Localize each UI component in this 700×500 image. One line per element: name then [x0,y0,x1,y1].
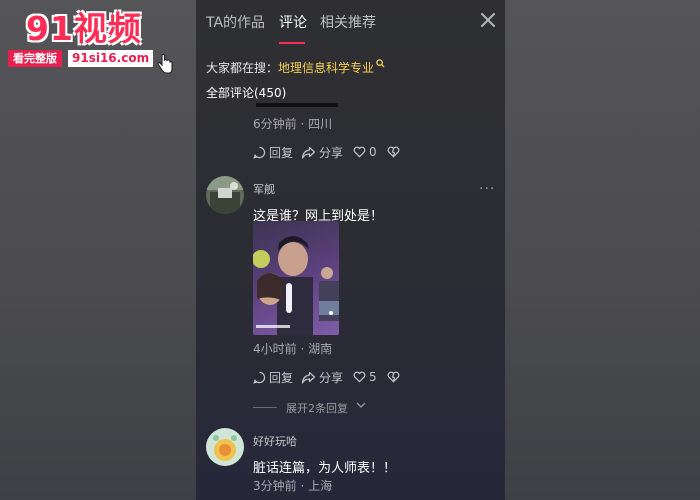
avatar[interactable] [206,176,244,214]
reply-label: 回复 [269,370,294,385]
search-icon [376,59,385,68]
cropped-comment-image [256,103,338,107]
watermark-logo[interactable]: 91视频 看完整版 91si16.com [8,8,183,74]
like-button[interactable]: 0 [353,144,377,160]
more-options-icon[interactable]: ··· [479,181,495,197]
watermark-title: 91视频 [26,9,142,48]
share-icon [301,371,316,384]
tab-bar: TA的作品 评论 相关推荐 [196,0,505,46]
expand-replies-label: 展开2条回复 [286,402,348,415]
reply-button[interactable]: 回复 [253,144,293,160]
comment-username[interactable]: 军舰 [253,181,275,197]
heart-icon [353,146,366,158]
expand-replies-button[interactable]: 展开2条回复 [253,399,413,415]
avatar[interactable] [206,428,244,466]
watermark-url: 91si16.com [68,50,154,67]
comment-meta: 6分钟前 · 四川 [253,117,333,131]
dislike-button[interactable] [387,369,403,385]
background-right [505,0,700,500]
tab-works[interactable]: TA的作品 [206,12,265,32]
comment-meta: 4小时前 · 湖南 [253,342,333,356]
search-suggestion-prefix: 大家都在搜： [206,61,279,75]
comment-meta: 3分钟前 · 上海 [253,479,333,493]
avatar-photo [206,176,244,214]
like-button[interactable]: 5 [353,369,377,385]
reply-label: 回复 [269,145,294,160]
active-tab-indicator [279,42,305,44]
comment-image-content [253,236,339,335]
like-count: 5 [369,370,377,384]
dislike-button[interactable] [387,144,403,160]
reply-button[interactable]: 回复 [253,369,293,385]
share-label: 分享 [319,145,344,160]
avatar-photo [206,428,244,466]
comment-username[interactable]: 好好玩哈 [253,433,297,449]
background-left [0,0,196,500]
share-label: 分享 [319,370,344,385]
share-button[interactable]: 分享 [301,369,343,385]
comment-text: 脏话连篇，为人师表！！ [253,461,397,476]
share-button[interactable]: 分享 [301,144,343,160]
broken-heart-icon [387,146,400,158]
broken-heart-icon [387,371,400,383]
divider-line [253,407,277,408]
comment-panel: TA的作品 评论 相关推荐 大家都在搜：地理信息科学专业 全部评论(450) 6… [196,0,505,500]
search-suggestion[interactable]: 大家都在搜：地理信息科学专业 [206,59,385,76]
reply-icon [253,146,266,159]
watermark-badge: 看完整版 [8,50,62,67]
heart-icon [353,371,366,383]
close-icon[interactable] [478,10,498,30]
like-count: 0 [369,145,377,159]
comment-actions: 回复 分享 5 [253,369,453,385]
all-comments-count: 全部评论(450) [206,86,287,100]
comment-actions: 回复 分享 0 [253,144,453,160]
comment-image[interactable] [253,221,339,335]
reply-icon [253,371,266,384]
tab-comments[interactable]: 评论 [279,12,307,32]
tab-related[interactable]: 相关推荐 [320,12,376,32]
share-icon [301,146,316,159]
chevron-down-icon [356,402,366,408]
hand-cursor-icon [157,54,173,74]
search-suggestion-term[interactable]: 地理信息科学专业 [278,61,374,75]
